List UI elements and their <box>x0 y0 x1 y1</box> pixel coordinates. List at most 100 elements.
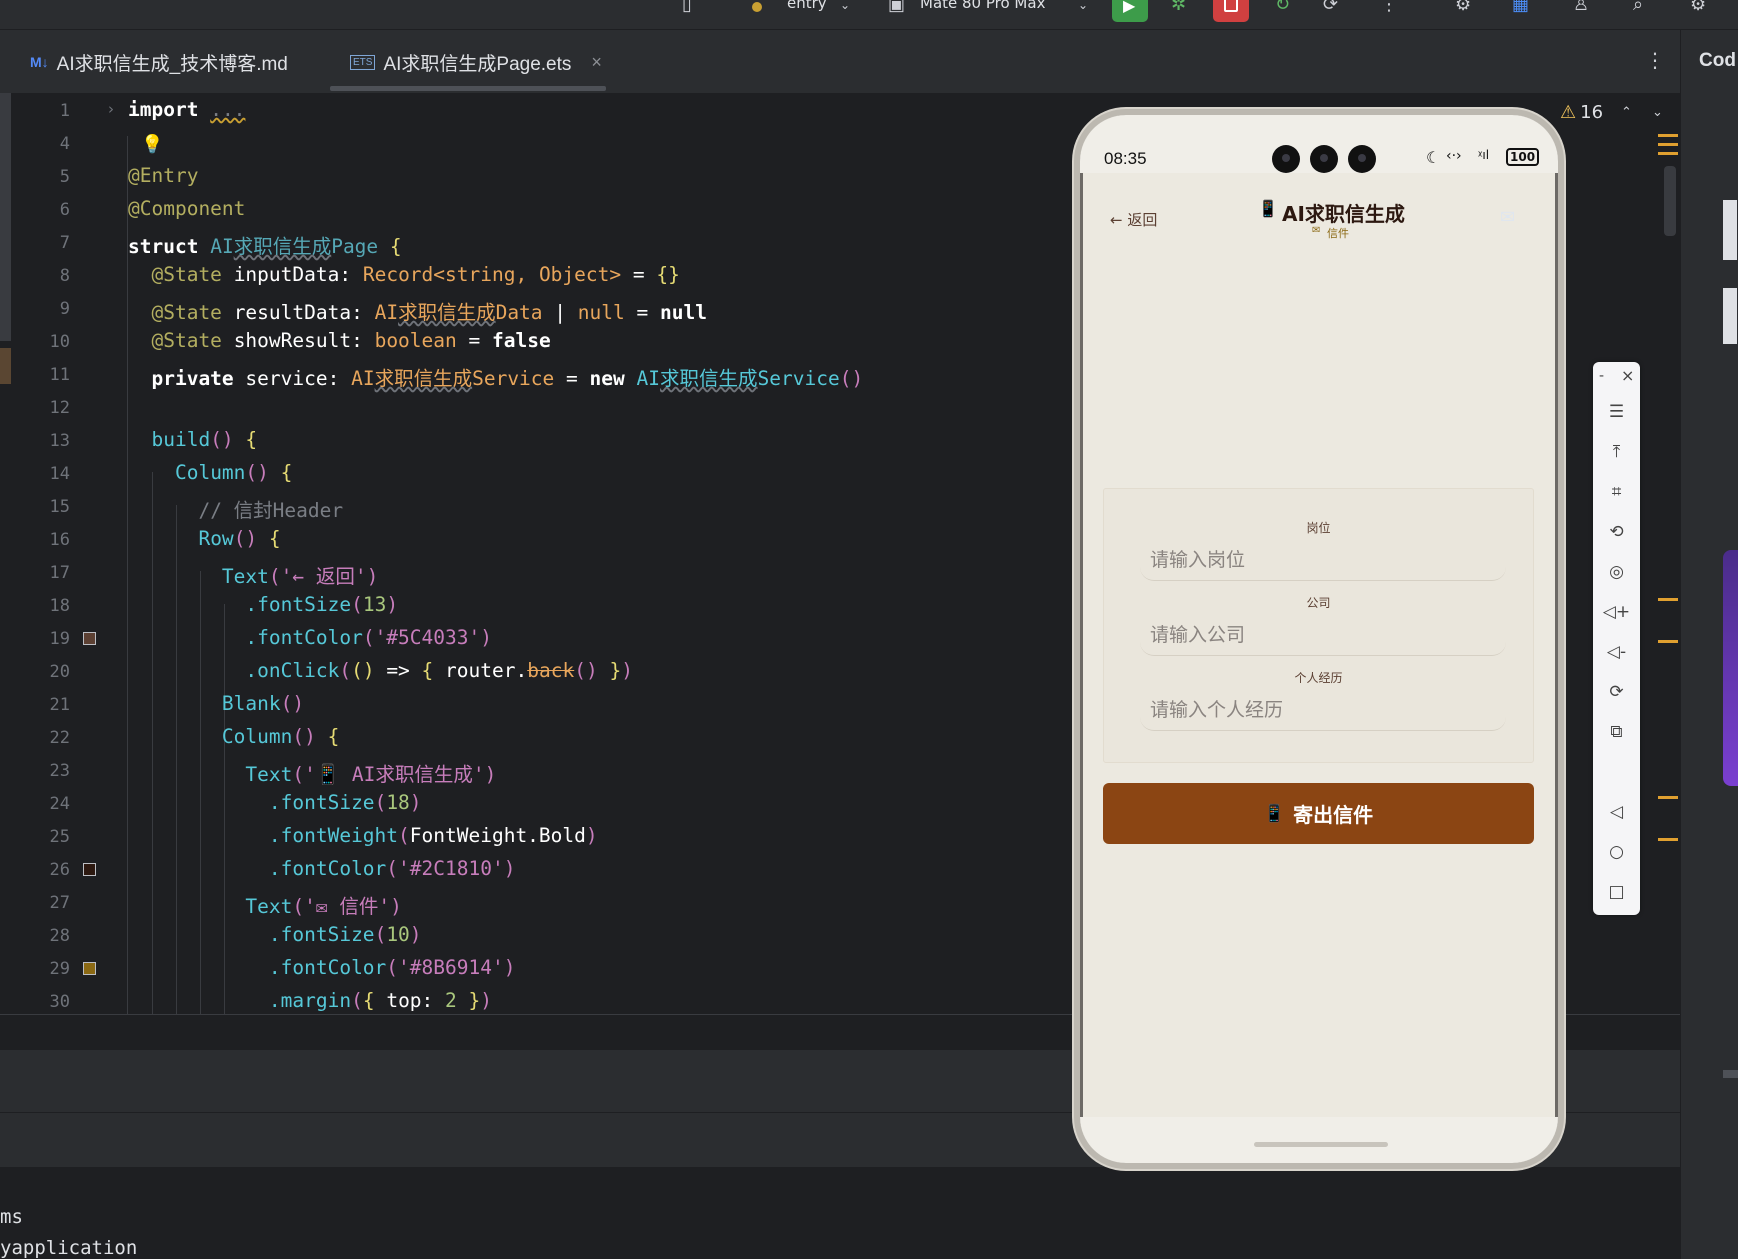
signal-icon: ‹·› <box>1446 148 1462 164</box>
envelope-icon: ✉ <box>1500 207 1516 228</box>
tab-markdown[interactable]: M↓ AI求职信生成_技术博客.md <box>30 46 288 78</box>
pin-top-icon[interactable]: ⤒ <box>1593 442 1640 462</box>
send-label: 寄出信件 <box>1293 803 1374 827</box>
code-line: // 信封Header <box>198 499 344 522</box>
camera-icon <box>1310 145 1338 173</box>
code-line: @Entry <box>128 164 199 187</box>
screenshot-icon[interactable]: ◎ <box>1593 562 1640 582</box>
code-line: .margin({ top: 2 }) <box>268 989 493 1012</box>
envelope-icon: ✉ <box>1312 225 1321 236</box>
warning-marker[interactable] <box>1658 640 1678 643</box>
menu-icon[interactable]: ☰ <box>1593 402 1640 422</box>
panel-banner <box>1723 550 1738 786</box>
account-icon[interactable]: ♙ <box>1573 0 1589 15</box>
inspection-widget[interactable]: ⚠ 16 ⌃ ⌄ <box>1560 102 1663 123</box>
line-number: 18 <box>49 596 70 616</box>
chevron-down-icon[interactable]: ⌄ <box>1652 105 1663 120</box>
recents-nav-icon[interactable]: □ <box>1593 882 1640 902</box>
warning-marker[interactable] <box>1658 838 1678 841</box>
lightbulb-icon[interactable]: 💡 <box>141 134 163 155</box>
right-panel-title[interactable]: Cod <box>1699 50 1736 72</box>
settings-icon[interactable]: ⚙ <box>1455 0 1471 15</box>
back-button[interactable]: ← 返回 <box>1110 209 1157 230</box>
volume-up-icon[interactable]: ◁+ <box>1593 602 1640 622</box>
console-line: yapplication <box>0 1237 138 1259</box>
run-button[interactable]: ▶ <box>1112 0 1148 22</box>
line-number: 8 <box>59 266 70 286</box>
previewer-tool-panel: - × ☰ ⤒ ⌗ ⟲ ◎ ◁+ ◁- ⟳ ⧉ ◁ ○ □ <box>1593 362 1640 915</box>
home-indicator[interactable] <box>1254 1142 1388 1147</box>
position-input[interactable]: 请输入岗位 <box>1140 533 1506 581</box>
gear-icon[interactable]: ⚙ <box>1690 0 1706 15</box>
volume-down-icon[interactable]: ◁- <box>1593 642 1640 662</box>
tabs-more-icon[interactable]: ⋮ <box>1645 48 1665 72</box>
code-line: .fontColor('#5C4033') <box>245 626 492 649</box>
code-line: Blank() <box>221 692 305 715</box>
sync-icon[interactable]: ⟳ <box>1323 0 1338 15</box>
page-title: AI求职信生成 <box>1282 202 1405 226</box>
rotate-icon[interactable]: ⟲ <box>1593 522 1640 542</box>
scrollbar[interactable] <box>1723 1070 1738 1078</box>
warning-marker[interactable] <box>1658 796 1678 799</box>
home-nav-icon[interactable]: ○ <box>1593 842 1640 862</box>
code-line: Column() { <box>221 725 340 748</box>
phone-device-icon: ▣ <box>888 0 906 15</box>
code-line: import ... <box>128 98 246 121</box>
stop-button[interactable] <box>1213 0 1249 22</box>
line-number: 7 <box>59 233 70 253</box>
warning-marker[interactable] <box>1658 598 1678 601</box>
panel-content-fragment <box>1723 200 1737 260</box>
fold-chevron-icon[interactable]: › <box>108 100 114 118</box>
rotate-device-icon[interactable]: ⟳ <box>1593 682 1640 702</box>
color-swatch-icon[interactable] <box>83 863 96 876</box>
more-icon[interactable]: ⋮ <box>1380 0 1398 15</box>
module-status-icon <box>752 2 762 12</box>
back-nav-icon[interactable]: ◁ <box>1593 802 1640 822</box>
tab-ets-page[interactable]: ETS AI求职信生成Page.ets × <box>350 46 602 78</box>
phone-icon: 📱 <box>1263 803 1286 824</box>
chevron-down-icon[interactable]: ⌄ <box>1078 0 1088 12</box>
markdown-file-icon: M↓ <box>30 54 49 70</box>
chevron-down-icon[interactable]: ⌄ <box>840 0 850 12</box>
color-swatch-icon[interactable] <box>83 962 96 975</box>
send-letter-button[interactable]: 📱 寄出信件 <box>1103 783 1534 844</box>
code-line: .fontSize(13) <box>245 593 399 616</box>
crop-icon[interactable]: ⌗ <box>1593 482 1640 502</box>
code-line: build() { <box>151 428 258 451</box>
debug-icon[interactable]: ✲ <box>1171 0 1186 15</box>
code-line: .fontColor('#2C1810') <box>268 857 516 880</box>
camera-icon <box>1272 145 1300 173</box>
line-number: 12 <box>49 398 70 418</box>
color-swatch-icon[interactable] <box>83 632 96 645</box>
run-console[interactable]: ms yapplication <box>0 1167 1680 1259</box>
rerun-icon[interactable]: ↻ <box>1275 0 1290 15</box>
search-icon[interactable]: ⌕ <box>1633 0 1643 15</box>
device-manager-icon[interactable]: ▯ <box>682 0 692 15</box>
device-previewer[interactable]: 08:35 ☾ ‹·› ᵡıl 100 ← 返回 📱 AI求职信生成 ✉ 信件 … <box>1074 109 1564 1169</box>
code-line: .onClick(() => { router.back() }) <box>245 659 633 682</box>
minimize-icon[interactable]: - <box>1599 368 1604 384</box>
editor-scrollbar[interactable] <box>1664 166 1676 236</box>
device-selector[interactable]: Mate 80 Pro Max <box>920 0 1045 12</box>
active-tab-indicator <box>330 86 606 91</box>
chevron-up-icon[interactable]: ⌃ <box>1621 105 1632 120</box>
close-icon[interactable]: × <box>591 52 602 73</box>
line-number: 11 <box>49 365 70 385</box>
plugins-icon[interactable]: ▦ <box>1512 0 1529 15</box>
line-number: 5 <box>59 167 70 187</box>
line-number: 14 <box>49 464 70 484</box>
module-selector[interactable]: entry <box>787 0 827 12</box>
company-input[interactable]: 请输入公司 <box>1140 608 1506 656</box>
line-number: 27 <box>49 893 70 913</box>
close-icon[interactable]: × <box>1621 366 1634 385</box>
multi-device-icon[interactable]: ⧉ <box>1593 722 1640 742</box>
line-number: 19 <box>49 629 70 649</box>
line-number: 25 <box>49 827 70 847</box>
error-stripe-top[interactable] <box>1658 134 1678 166</box>
code-line: @State resultData: AI求职信生成Data | null = … <box>151 301 707 324</box>
tab-label: AI求职信生成Page.ets <box>383 53 572 75</box>
ets-file-icon: ETS <box>350 54 376 70</box>
experience-input[interactable]: 请输入个人经历 <box>1140 683 1506 731</box>
code-line: .fontSize(10) <box>268 923 422 946</box>
console-line: ms <box>0 1206 23 1228</box>
